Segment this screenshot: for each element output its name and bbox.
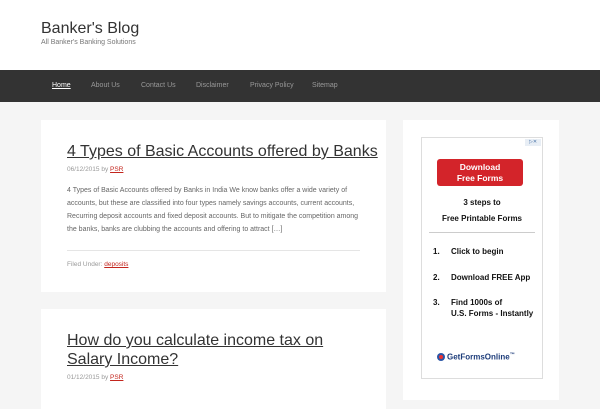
post-date: 06/12/2015: [67, 166, 100, 173]
post-title[interactable]: 4 Types of Basic Accounts offered by Ban…: [67, 142, 378, 161]
ad-logo-text: GetFormsOnline: [447, 352, 510, 362]
primary-nav: Home About Us Contact Us Disclaimer Priv…: [0, 70, 600, 102]
ad-choices-icon[interactable]: ▷✕: [525, 139, 541, 146]
ad-subheading: Free Printable Forms: [441, 214, 523, 223]
nav-item-privacy-policy[interactable]: Privacy Policy: [250, 70, 294, 102]
download-free-forms-button[interactable]: Download Free Forms: [437, 159, 523, 186]
ad-step: 3. Find 1000s of U.S. Forms - Instantly: [433, 298, 533, 319]
ad-step-number: 3.: [433, 298, 440, 307]
site-header: Banker's Blog All Banker's Banking Solut…: [0, 0, 600, 70]
nav-item-sitemap[interactable]: Sitemap: [312, 70, 338, 102]
sidebar: ▷✕ Download Free Forms 3 steps to Free P…: [403, 120, 559, 400]
filed-under-label: Filed Under:: [67, 261, 103, 268]
site-description: All Banker's Banking Solutions: [41, 39, 136, 46]
ad-step-text: Download FREE App: [451, 273, 531, 282]
site-title[interactable]: Banker's Blog: [41, 20, 139, 38]
getformsonline-logo[interactable]: GetFormsOnline™: [437, 352, 515, 362]
ad-step: 2. Download FREE App: [433, 273, 530, 284]
nav-item-home[interactable]: Home: [52, 70, 71, 102]
ad-button-line2: Free Forms: [456, 172, 504, 183]
ad-step-number: 1.: [433, 247, 440, 256]
nav-item-disclaimer[interactable]: Disclaimer: [196, 70, 229, 102]
post-by-label: by: [101, 166, 109, 173]
getformsonline-logo-icon: [437, 352, 445, 361]
ad-step: 1. Click to begin: [433, 247, 503, 258]
nav-item-about-us[interactable]: About Us: [91, 70, 120, 102]
post-divider: [67, 250, 360, 251]
ad-button-line1: Download: [459, 162, 501, 172]
ad-step-text-line2: U.S. Forms - Instantly: [451, 308, 534, 318]
post-card: How do you calculate income tax on Salar…: [41, 309, 386, 409]
ad-step-text: Click to begin: [451, 247, 504, 256]
ad-divider: [429, 232, 535, 233]
post-meta: 01/12/2015 by PSR: [67, 374, 123, 381]
post-excerpt: 4 Types of Basic Accounts offered by Ban…: [67, 187, 359, 233]
nav-item-contact-us[interactable]: Contact Us: [141, 70, 176, 102]
ad-heading: 3 steps to: [463, 198, 501, 207]
post-by-label: by: [101, 374, 109, 381]
post-card: 4 Types of Basic Accounts offered by Ban…: [41, 120, 386, 292]
post-author-link[interactable]: PSR: [110, 374, 123, 381]
ad-step-text: Find 1000s of: [451, 298, 503, 307]
post-date: 01/12/2015: [67, 374, 100, 381]
ad-step-number: 2.: [433, 273, 440, 282]
post-title[interactable]: How do you calculate income tax on Salar…: [67, 331, 367, 369]
ad-logo-tm: ™: [509, 352, 515, 358]
category-link[interactable]: deposits: [104, 261, 128, 268]
post-categories: Filed Under: deposits: [67, 261, 128, 268]
post-author-link[interactable]: PSR: [110, 166, 123, 173]
ad-banner[interactable]: ▷✕ Download Free Forms 3 steps to Free P…: [421, 137, 543, 379]
post-meta: 06/12/2015 by PSR: [67, 166, 123, 173]
